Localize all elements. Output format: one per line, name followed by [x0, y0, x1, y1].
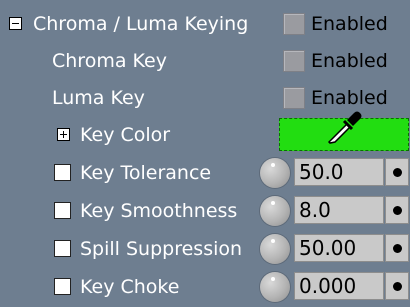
- value-dial-icon[interactable]: [260, 158, 290, 188]
- section-title: Chroma / Luma Keying: [33, 13, 249, 35]
- value-field[interactable]: 50.00: [294, 234, 384, 262]
- chroma-key-enabled-checkbox[interactable]: [283, 50, 305, 72]
- param-row: Key Choke 0.000: [0, 269, 410, 305]
- value-field[interactable]: 8.0: [294, 196, 384, 224]
- chroma-key-enabled-label: Enabled: [311, 50, 388, 72]
- keying-panel: Chroma / Luma Keying Enabled Chroma Key …: [0, 0, 410, 307]
- section-enabled-label: Enabled: [311, 13, 388, 35]
- value-dial-icon[interactable]: [260, 272, 290, 302]
- value-text: 50.00: [299, 236, 357, 260]
- value-text: 8.0: [299, 198, 331, 222]
- animate-toggle-box[interactable]: [54, 164, 71, 181]
- value-text: 0.000: [299, 274, 357, 298]
- section-header-row: Chroma / Luma Keying Enabled: [0, 6, 410, 42]
- collapse-toggle-icon[interactable]: [9, 17, 22, 30]
- value-text: 50.0: [299, 160, 344, 184]
- animate-toggle-box[interactable]: [54, 202, 71, 219]
- key-color-label: Key Color: [80, 124, 171, 146]
- keyframe-dot-icon[interactable]: [385, 196, 409, 224]
- param-row: Spill Suppression 50.00: [0, 231, 410, 267]
- animate-toggle-box[interactable]: [54, 278, 71, 295]
- animate-toggle-box[interactable]: [54, 240, 71, 257]
- param-label: Key Smoothness: [80, 200, 238, 222]
- param-row: Key Smoothness 8.0: [0, 193, 410, 229]
- keyframe-dot-icon[interactable]: [385, 234, 409, 262]
- value-field[interactable]: 0.000: [294, 272, 384, 300]
- value-dial-icon[interactable]: [260, 196, 290, 226]
- eyedropper-icon[interactable]: [323, 106, 365, 148]
- keyframe-dot-icon[interactable]: [385, 272, 409, 300]
- chroma-key-row: Chroma Key Enabled: [0, 43, 410, 79]
- value-field[interactable]: 50.0: [294, 158, 384, 186]
- luma-key-label: Luma Key: [52, 87, 145, 109]
- section-enabled-checkbox[interactable]: [283, 13, 305, 35]
- chroma-key-label: Chroma Key: [52, 50, 167, 72]
- expand-key-color-icon[interactable]: [57, 128, 70, 141]
- param-label: Key Choke: [80, 276, 180, 298]
- value-dial-icon[interactable]: [260, 234, 290, 264]
- luma-key-enabled-checkbox[interactable]: [283, 87, 305, 109]
- param-label: Spill Suppression: [80, 238, 243, 260]
- param-row: Key Tolerance 50.0: [0, 155, 410, 191]
- param-label: Key Tolerance: [80, 162, 212, 184]
- keyframe-dot-icon[interactable]: [385, 158, 409, 186]
